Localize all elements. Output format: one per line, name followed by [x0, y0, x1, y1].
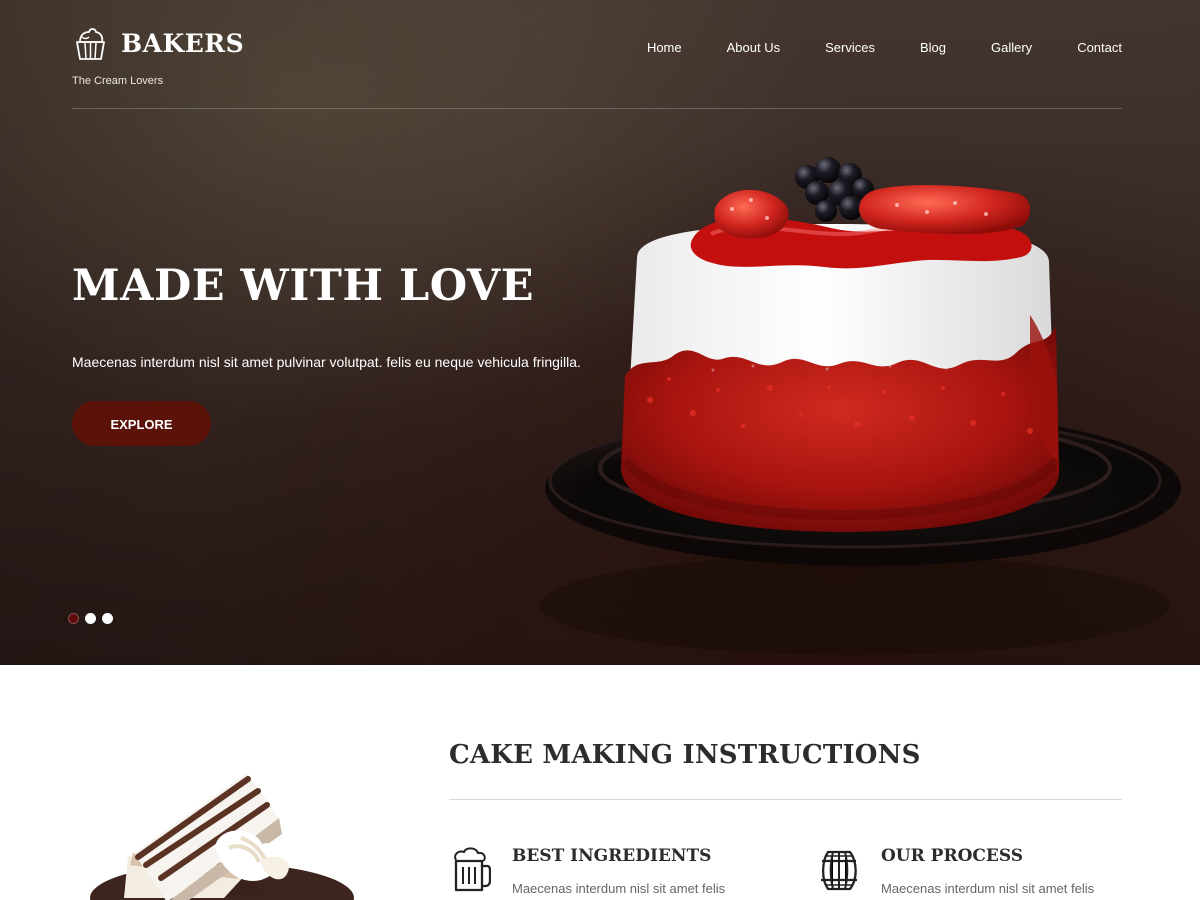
- brand-tagline: The Cream Lovers: [72, 75, 164, 87]
- slider-dot-1[interactable]: [68, 613, 79, 624]
- hero-title: MADE WITH LOVE: [72, 261, 535, 311]
- nav-gallery[interactable]: Gallery: [991, 38, 1032, 58]
- slider-dot-3[interactable]: [102, 613, 113, 624]
- nav-about-us[interactable]: About Us: [727, 38, 780, 58]
- section-title: CAKE MAKING INSTRUCTIONS: [449, 740, 921, 770]
- feature-text: Maecenas interdum nisl sit amet felis: [512, 881, 726, 896]
- nav-contact[interactable]: Contact: [1077, 38, 1122, 58]
- feature-best-ingredients: BEST INGREDIENTS Maecenas interdum nisl …: [449, 845, 769, 900]
- beer-mug-icon: [454, 847, 491, 892]
- cake-instructions-section: CAKE MAKING INSTRUCTIONS BEST INGREDIENT…: [0, 665, 1200, 900]
- barrel-icon: [821, 850, 857, 891]
- main-navigation: Home About Us Services Blog Gallery Cont…: [602, 38, 1122, 58]
- cake-image: [540, 157, 1181, 655]
- explore-button[interactable]: EXPLORE: [72, 401, 211, 446]
- feature-title: OUR PROCESS: [881, 846, 1024, 866]
- section-divider: [449, 799, 1122, 800]
- slider-dot-2[interactable]: [85, 613, 96, 624]
- hero-subtitle: Maecenas interdum nisl sit amet pulvinar…: [72, 354, 581, 370]
- brand-name: BAKERS: [121, 29, 245, 58]
- dessert-image: [90, 773, 354, 900]
- nav-home[interactable]: Home: [647, 38, 682, 58]
- slider-dots: [68, 613, 113, 624]
- brand-logo-link[interactable]: BAKERS The Cream Lovers: [72, 25, 272, 95]
- nav-blog[interactable]: Blog: [920, 38, 946, 58]
- feature-title: BEST INGREDIENTS: [512, 846, 712, 866]
- hero-section: BAKERS The Cream Lovers Home About Us Se…: [0, 0, 1200, 665]
- nav-services[interactable]: Services: [825, 38, 875, 58]
- feature-text: Maecenas interdum nisl sit amet felis: [881, 881, 1095, 896]
- site-header: BAKERS The Cream Lovers Home About Us Se…: [72, 0, 1122, 109]
- cupcake-icon: [76, 28, 105, 60]
- feature-our-process: OUR PROCESS Maecenas interdum nisl sit a…: [818, 845, 1138, 900]
